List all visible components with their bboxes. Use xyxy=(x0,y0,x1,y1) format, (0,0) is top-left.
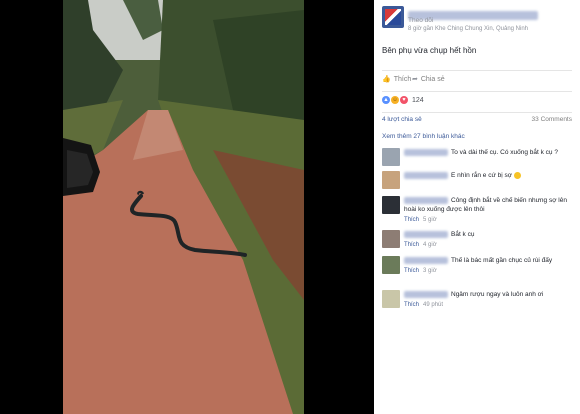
comment-body: To và dài thế cụ. Có xuống bắt k cụ ? xyxy=(404,148,574,157)
commenter-avatar[interactable] xyxy=(382,148,400,166)
commenter-name-redacted[interactable] xyxy=(404,171,448,179)
like-button[interactable]: 👍 Thích xyxy=(382,75,412,84)
commenter-name-redacted[interactable] xyxy=(404,196,448,204)
reactions-summary[interactable]: ▲ ☺ ♥ 124 xyxy=(382,91,572,105)
comment-body: E nhìn rắn e cứ bị sợ xyxy=(404,171,574,180)
like-label: Thích xyxy=(393,75,412,83)
comment-time: 5 giờ xyxy=(423,217,437,223)
post-side-panel: Theo dõi 8 giờ gần Khe Ching Chung Xin, … xyxy=(374,0,580,414)
share-count-link[interactable]: 4 lượt chia sẻ xyxy=(382,116,422,123)
post-actions-bar: 👍 Thích ➦ Chia sẻ xyxy=(382,70,572,84)
follow-link[interactable]: Theo dõi xyxy=(408,17,433,24)
commenter-avatar[interactable] xyxy=(382,196,400,214)
post-caption: Bên phụ vừa chụp hết hồn xyxy=(382,46,477,55)
smiley-emoji-icon xyxy=(513,171,521,179)
post-header: Theo dõi 8 giờ gần Khe Ching Chung Xin, … xyxy=(382,4,574,36)
comment-like-link[interactable]: Thích xyxy=(404,302,419,308)
thumbs-up-icon: 👍 xyxy=(382,76,391,83)
post-location-time: 8 giờ gần Khe Ching Chung Xin, Quảng Nin… xyxy=(408,26,529,32)
commenter-avatar[interactable] xyxy=(382,290,400,308)
comment-body: Công định bắt về chế biến nhưng sợ lên h… xyxy=(404,196,574,225)
commenter-name-redacted[interactable] xyxy=(404,148,448,156)
haha-reaction-icon: ☺ xyxy=(391,96,399,104)
post-photo[interactable] xyxy=(63,0,304,414)
view-more-comments-link[interactable]: Xem thêm 27 bình luận khác xyxy=(382,133,465,140)
comment-text: To và dài thế cụ. Có xuống bắt k cụ ? xyxy=(451,149,558,156)
poster-avatar[interactable] xyxy=(382,6,404,28)
commenter-name-redacted[interactable] xyxy=(404,230,448,238)
love-reaction-icon: ♥ xyxy=(400,96,408,104)
photo-viewer xyxy=(0,0,374,414)
reaction-count: 124 xyxy=(412,96,424,104)
comment-text: Thế là bác mất gần chục củ rùi đấy xyxy=(451,257,553,264)
comment-meta: Thích 4 giờ xyxy=(404,241,574,250)
share-comment-stats: 4 lượt chia sẻ 33 Comments xyxy=(382,112,572,126)
comment-body: Thế là bác mất gần chục củ rùi đấy Thích… xyxy=(404,256,574,276)
comment-like-link[interactable]: Thích xyxy=(404,242,419,248)
snake-on-road-image xyxy=(63,0,304,414)
comment-text: E nhìn rắn e cứ bị sợ xyxy=(451,172,513,179)
commenter-avatar[interactable] xyxy=(382,256,400,274)
comment-time: 49 phút xyxy=(423,302,444,308)
share-label: Chia sẻ xyxy=(420,75,445,83)
like-reaction-icon: ▲ xyxy=(382,96,390,104)
comment-like-link[interactable]: Thích xyxy=(404,268,419,274)
comment-meta: Thích 5 giờ xyxy=(404,216,574,225)
commenter-avatar[interactable] xyxy=(382,171,400,189)
comment-time: 3 giờ xyxy=(423,268,437,274)
commenter-avatar[interactable] xyxy=(382,230,400,248)
comment-meta: Thích 3 giờ xyxy=(404,267,574,276)
commenter-name-redacted[interactable] xyxy=(404,256,448,264)
comment-time: 4 giờ xyxy=(423,242,437,248)
poster-name-redacted[interactable] xyxy=(408,7,538,20)
share-arrow-icon: ➦ xyxy=(412,76,418,83)
comment-text: Ngâm rượu ngay và luôn anh ơi xyxy=(451,291,544,298)
share-button[interactable]: ➦ Chia sẻ xyxy=(412,75,445,84)
commenter-name-redacted[interactable] xyxy=(404,290,448,298)
comment-count-link[interactable]: 33 Comments xyxy=(532,116,572,123)
comment-body: Bắt k cụ Thích 4 giờ xyxy=(404,230,574,250)
comment-meta: Thích 49 phút xyxy=(404,301,574,310)
comment-body: Ngâm rượu ngay và luôn anh ơi Thích 49 ph… xyxy=(404,290,574,310)
comment-like-link[interactable]: Thích xyxy=(404,217,419,223)
comment-text: Bắt k cụ xyxy=(451,231,475,238)
